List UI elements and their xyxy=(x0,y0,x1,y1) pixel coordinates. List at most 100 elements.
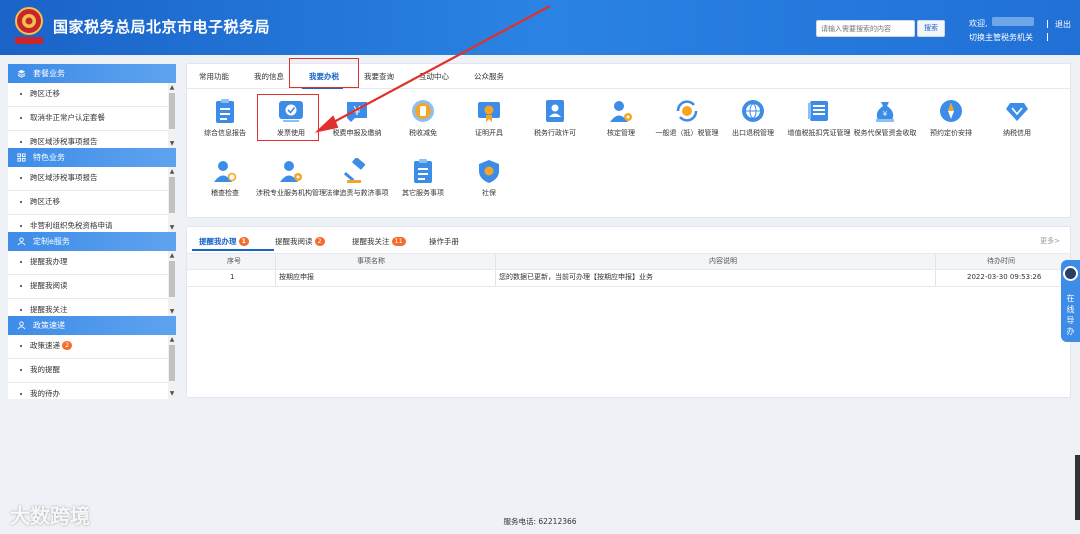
function-label: 税收减免 xyxy=(409,129,437,137)
function-label: 一般退（抵）税管理 xyxy=(655,129,719,137)
logout-link[interactable]: 退出 xyxy=(1055,19,1071,30)
tax-emblem-logo xyxy=(15,7,43,44)
function-general-refund[interactable]: 一般退（抵）税管理 xyxy=(652,98,722,138)
tab-my-info[interactable]: 我的信息 xyxy=(254,71,284,82)
function-tax-relief[interactable]: 税收减免 xyxy=(388,98,458,138)
scroll-up-icon[interactable]: ▲ xyxy=(169,85,175,91)
column-divider xyxy=(495,270,496,286)
search-button[interactable]: 搜索 xyxy=(917,20,945,37)
function-other-services[interactable]: 其它服务事项 xyxy=(388,158,458,198)
table-row[interactable]: 1 按期应申报 您的数据已更新，当前可办理【按期应申报】业务 2022-03-3… xyxy=(187,270,1070,287)
cell-index: 1 xyxy=(230,273,235,281)
diamond-icon xyxy=(1006,103,1028,121)
function-audit-inspection[interactable]: 稽查检查 xyxy=(190,158,260,198)
function-tax-credit[interactable]: 纳税信用 xyxy=(982,98,1052,138)
scroll-up-icon[interactable]: ▲ xyxy=(169,169,175,175)
function-advance-pricing[interactable]: 预约定价安排 xyxy=(916,98,986,138)
switch-org-link[interactable]: 切换主管税务机关 xyxy=(969,32,1033,43)
scroll-thumb[interactable] xyxy=(169,345,175,381)
scroll-up-icon[interactable]: ▲ xyxy=(169,253,175,259)
cell-time: 2022-03-30 09:53:26 xyxy=(967,273,1042,281)
scroll-thumb[interactable] xyxy=(169,261,175,297)
sidebar-item[interactable]: 跨区迁移 xyxy=(8,83,176,107)
scroll-thumb[interactable] xyxy=(169,177,175,213)
sidebar-section-title: 定制e服务 xyxy=(33,237,70,246)
scrollbar[interactable]: ▲ ▼ xyxy=(168,251,176,317)
top-header: 国家税务总局北京市电子税务局 搜索 欢迎, 切换主管税务机关 退出 xyxy=(0,0,1080,55)
scroll-up-icon[interactable]: ▲ xyxy=(169,337,175,343)
more-link[interactable]: 更多> xyxy=(1040,236,1060,246)
function-tax-declaration[interactable]: ¥ 税费申报及缴纳 xyxy=(322,98,392,138)
tab-remind-handle[interactable]: 提醒我办理 1 xyxy=(199,236,250,247)
scrollbar[interactable]: ▲ ▼ xyxy=(168,83,176,149)
sidebar-item[interactable]: 跨区域涉税事项报告 xyxy=(8,131,176,149)
scroll-thumb[interactable] xyxy=(169,93,175,129)
sidebar: 套餐业务 跨区迁移 取消非正常户认定套餐 跨区域涉税事项报告 ▲ ▼ 特色业务 跨… xyxy=(8,64,176,399)
function-social-security[interactable]: 社保 xyxy=(454,158,524,198)
reminder-panel: 提醒我办理 1 提醒我阅读 2 提醒我关注 11 操作手册 更多> 序号 事项名称 内… xyxy=(186,226,1071,398)
tab-interaction[interactable]: 互动中心 xyxy=(419,71,449,82)
shield-icon xyxy=(479,160,499,183)
sidebar-item[interactable]: 提醒我关注 xyxy=(8,299,176,317)
tab-public-service[interactable]: 公众服务 xyxy=(474,71,504,82)
sidebar-section-title: 政策速递 xyxy=(33,321,65,330)
function-legal-remedy[interactable]: 法律追责与救济事项 xyxy=(322,158,392,198)
sidebar-item[interactable]: 政策速递 2 xyxy=(8,335,176,359)
function-label: 出口退税管理 xyxy=(732,129,774,137)
sidebar-section-header[interactable]: 特色业务 xyxy=(8,148,176,167)
tab-query[interactable]: 我要查询 xyxy=(364,71,394,82)
scroll-down-icon[interactable]: ▼ xyxy=(169,225,175,231)
scroll-down-icon[interactable]: ▼ xyxy=(169,391,175,397)
sidebar-section-policy: 政策速递 政策速递 2 我的提醒 我的待办 ▲ ▼ xyxy=(8,316,176,399)
avatar xyxy=(1063,266,1078,281)
function-agency-management[interactable]: 涉税专业服务机构管理 xyxy=(256,158,326,198)
function-label: 税务行政许可 xyxy=(534,129,576,137)
function-custody-funds[interactable]: ¥ 税务代保管资金收取 xyxy=(850,98,920,138)
scroll-down-icon[interactable]: ▼ xyxy=(169,309,175,315)
function-assessment-management[interactable]: 核定管理 xyxy=(586,98,656,138)
count-badge: 1 xyxy=(238,237,250,246)
function-label: 预约定价安排 xyxy=(930,129,972,137)
tab-remind-read[interactable]: 提醒我阅读 2 xyxy=(275,236,325,247)
function-vat-deduction[interactable]: 增值税抵扣凭证管理 xyxy=(784,98,854,138)
sidebar-item[interactable]: 提醒我办理 xyxy=(8,251,176,275)
tab-label: 提醒我关注 xyxy=(352,237,390,246)
scrollbar[interactable]: ▲ ▼ xyxy=(168,335,176,399)
function-admin-license[interactable]: 税务行政许可 xyxy=(520,98,590,138)
highlight-box-invoice xyxy=(257,94,319,141)
svg-text:¥: ¥ xyxy=(353,104,361,118)
tab-remind-follow[interactable]: 提醒我关注 11 xyxy=(352,236,406,247)
sidebar-list: 提醒我办理 提醒我阅读 提醒我关注 ▲ ▼ xyxy=(8,251,176,317)
person-icon xyxy=(17,237,26,246)
function-label: 综合信息报告 xyxy=(204,129,246,137)
stack-icon xyxy=(17,69,26,78)
search-input[interactable] xyxy=(816,20,915,37)
tab-manual[interactable]: 操作手册 xyxy=(429,236,459,247)
online-guide-button[interactable]: 在线导办 xyxy=(1061,260,1080,342)
sidebar-item[interactable]: 我的待办 xyxy=(8,383,176,399)
function-label: 核定管理 xyxy=(607,129,635,137)
scrollbar[interactable]: ▲ ▼ xyxy=(168,167,176,233)
sidebar-section-header[interactable]: 套餐业务 xyxy=(8,64,176,83)
function-comprehensive-report[interactable]: 综合信息报告 xyxy=(190,98,260,138)
sidebar-section-header[interactable]: 定制e服务 xyxy=(8,232,176,251)
sidebar-item[interactable]: 非营利组织免税资格申请 xyxy=(8,215,176,233)
globe-icon xyxy=(742,100,764,122)
grid-icon xyxy=(17,153,26,162)
function-export-refund[interactable]: 出口退税管理 xyxy=(718,98,788,138)
function-label: 税务代保管资金收取 xyxy=(853,129,917,137)
function-label: 证明开具 xyxy=(475,129,503,137)
function-certificate-issue[interactable]: 证明开具 xyxy=(454,98,524,138)
side-edge-strip xyxy=(1075,455,1080,520)
sidebar-list: 政策速递 2 我的提醒 我的待办 ▲ ▼ xyxy=(8,335,176,399)
function-label: 法律追责与救济事项 xyxy=(325,189,389,197)
tab-common[interactable]: 常用功能 xyxy=(199,71,229,82)
online-guide-label: 在线导办 xyxy=(1066,294,1075,336)
sidebar-section-header[interactable]: 政策速递 xyxy=(8,316,176,335)
sidebar-item[interactable]: 取消非正常户认定套餐 xyxy=(8,107,176,131)
scroll-down-icon[interactable]: ▼ xyxy=(169,141,175,147)
sidebar-item[interactable]: 我的提醒 xyxy=(8,359,176,383)
sidebar-item[interactable]: 跨区域涉税事项报告 xyxy=(8,167,176,191)
sidebar-item[interactable]: 提醒我阅读 xyxy=(8,275,176,299)
sidebar-item[interactable]: 跨区迁移 xyxy=(8,191,176,215)
